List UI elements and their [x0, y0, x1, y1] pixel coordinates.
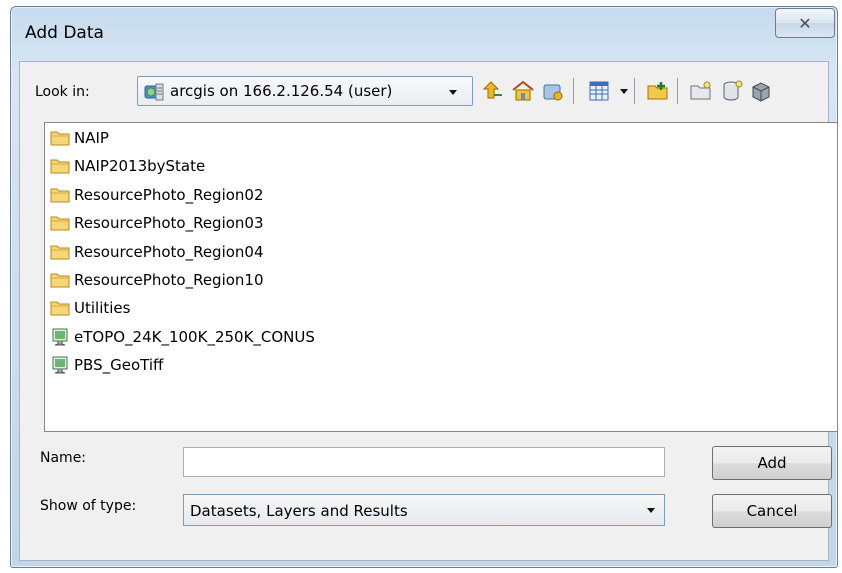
look-in-dropdown[interactable]: arcgis on 166.2.126.54 (user): [137, 76, 473, 106]
toolbar-separator: [677, 78, 678, 104]
look-in-label: Look in:: [35, 84, 90, 100]
home-button[interactable]: [509, 77, 537, 105]
list-item[interactable]: ResourcePhoto_Region10: [50, 267, 264, 293]
add-button[interactable]: Add: [712, 446, 832, 480]
list-item[interactable]: NAIP: [50, 125, 109, 151]
list-item-label: ResourcePhoto_Region04: [74, 242, 264, 261]
close-icon: ✕: [798, 13, 812, 33]
dialog-body: Look in: arcgis on 166.2.126.54 (user) N…: [19, 61, 838, 561]
image-service-icon: [50, 356, 74, 374]
new-folder-button[interactable]: [687, 77, 715, 105]
chevron-down-icon: [449, 90, 457, 95]
close-button[interactable]: ✕: [775, 8, 835, 38]
view-options-icon: [589, 81, 609, 101]
list-item-label: NAIP2013byState: [74, 157, 206, 176]
new-folder-icon: [690, 81, 711, 100]
new-server-button[interactable]: [747, 77, 775, 105]
folder-icon: [50, 186, 74, 204]
go-to-folder-button[interactable]: [539, 77, 567, 105]
show-of-type-dropdown[interactable]: Datasets, Layers and Results: [183, 494, 665, 526]
new-database-button[interactable]: [718, 77, 746, 105]
go-to-folder-icon: [543, 84, 563, 101]
dialog-title: Add Data: [25, 23, 104, 43]
look-in-value: arcgis on 166.2.126.54 (user): [170, 82, 393, 100]
list-item[interactable]: eTOPO_24K_100K_250K_CONUS: [50, 324, 315, 350]
new-server-icon: [752, 82, 770, 102]
toolbar-separator: [634, 78, 635, 104]
list-item-label: eTOPO_24K_100K_250K_CONUS: [74, 327, 315, 346]
cancel-button[interactable]: Cancel: [712, 494, 832, 528]
list-item[interactable]: ResourcePhoto_Region03: [50, 210, 264, 236]
list-item[interactable]: ResourcePhoto_Region02: [50, 182, 264, 208]
show-of-type-label: Show of type:: [40, 498, 137, 514]
connect-to-folder-icon: [647, 82, 668, 100]
name-input[interactable]: [183, 447, 665, 477]
chevron-down-icon: [647, 508, 655, 513]
folder-icon: [50, 214, 74, 232]
toolbar-separator: [573, 78, 574, 104]
folder-icon: [50, 129, 74, 147]
list-item[interactable]: ResourcePhoto_Region04: [50, 239, 264, 265]
list-item-label: ResourcePhoto_Region10: [74, 271, 264, 289]
name-label: Name:: [40, 450, 87, 466]
list-item-label: Utilities: [74, 299, 131, 318]
folder-icon: [50, 271, 74, 289]
list-item[interactable]: Utilities: [50, 295, 130, 321]
list-item-label: NAIP: [74, 129, 109, 147]
new-database-icon: [723, 80, 743, 101]
list-item-label: ResourcePhoto_Region03: [74, 214, 264, 233]
list-item[interactable]: PBS_GeoTiff: [50, 352, 163, 378]
list-item-label: PBS_GeoTiff: [74, 356, 164, 375]
up-one-level-icon: [482, 81, 502, 99]
folder-icon: [50, 157, 74, 175]
list-item[interactable]: NAIP2013byState: [50, 153, 205, 179]
folder-icon: [50, 299, 74, 317]
up-one-level-button[interactable]: [479, 77, 507, 105]
server-connection-icon: [144, 83, 164, 101]
folder-icon: [50, 243, 74, 261]
connect-to-folder-button[interactable]: [644, 77, 672, 105]
file-list[interactable]: NAIP NAIP2013byState ResourcePhoto_Region0…: [44, 122, 838, 432]
view-dropdown-arrow-icon[interactable]: [620, 89, 628, 94]
image-service-icon: [50, 328, 74, 346]
home-icon: [512, 80, 534, 101]
add-data-dialog: Add Data ✕ Look in: arcgis on 166.2.126.…: [10, 6, 838, 568]
show-of-type-value: Datasets, Layers and Results: [190, 502, 408, 520]
list-item-label: ResourcePhoto_Region02: [74, 185, 264, 204]
view-options-button[interactable]: [587, 77, 615, 105]
